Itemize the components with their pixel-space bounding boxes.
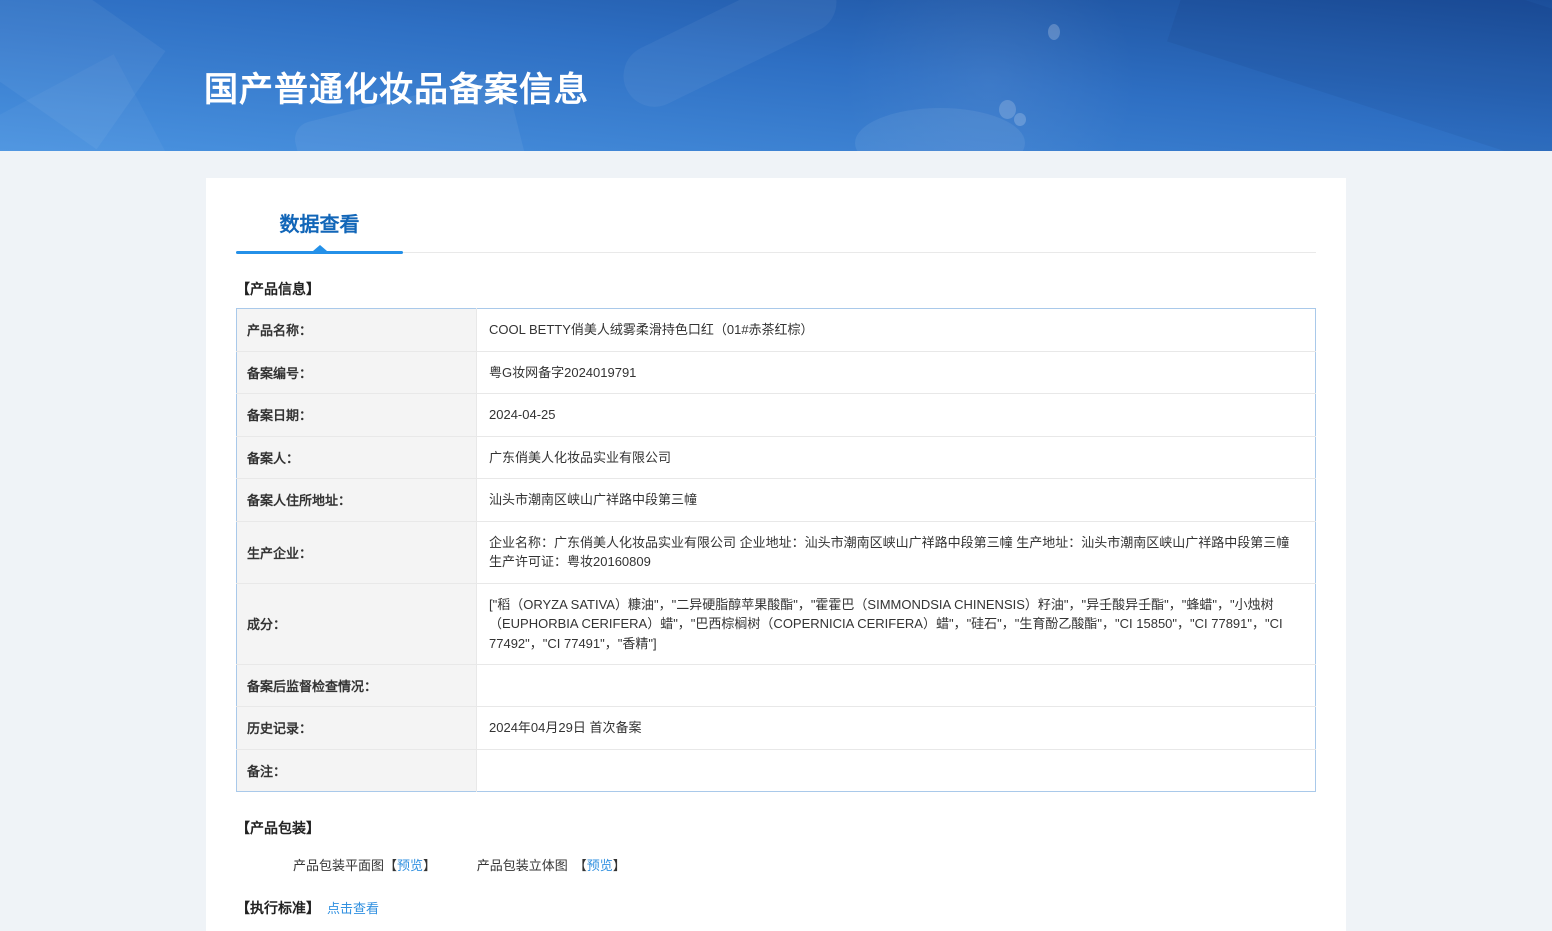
table-row: 备案后监督检查情况： bbox=[237, 665, 1316, 707]
packaging-stereo-preview-link[interactable]: 预览 bbox=[587, 858, 613, 873]
field-value-remarks bbox=[477, 749, 1316, 791]
tab-data-view[interactable]: 数据查看 bbox=[236, 208, 403, 252]
table-row: 备案人住所地址： 汕头市潮南区峡山广祥路中段第三幢 bbox=[237, 479, 1316, 522]
banner-decor-shape bbox=[855, 108, 1025, 151]
field-label-registration-number: 备案编号： bbox=[237, 351, 477, 394]
field-label-manufacturer: 生产企业： bbox=[237, 521, 477, 583]
table-row: 生产企业： 企业名称：广东俏美人化妆品实业有限公司 企业地址：汕头市潮南区峡山广… bbox=[237, 521, 1316, 583]
table-row: 备案人： 广东俏美人化妆品实业有限公司 bbox=[237, 436, 1316, 479]
banner-decor-shape bbox=[830, 0, 1150, 151]
table-row: 产品名称： COOL BETTY俏美人绒雾柔滑持色口红（01#赤茶红棕） bbox=[237, 309, 1316, 352]
table-row: 成分： ["稻（ORYZA SATIVA）糠油"，"二异硬脂醇苹果酸酯"，"霍霍… bbox=[237, 583, 1316, 665]
banner-decor-dot bbox=[999, 100, 1016, 119]
banner-decor-shape bbox=[0, 0, 165, 149]
bracket-close: 】 bbox=[613, 858, 626, 873]
content-card: 数据查看 【产品信息】 产品名称： COOL BETTY俏美人绒雾柔滑持色口红（… bbox=[206, 178, 1346, 931]
table-row: 备案日期： 2024-04-25 bbox=[237, 394, 1316, 437]
packaging-section-title: 【产品包装】 bbox=[236, 818, 1316, 838]
product-info-table: 产品名称： COOL BETTY俏美人绒雾柔滑持色口红（01#赤茶红棕） 备案编… bbox=[236, 308, 1316, 792]
field-value-product-name: COOL BETTY俏美人绒雾柔滑持色口红（01#赤茶红棕） bbox=[477, 309, 1316, 352]
banner-decor-shape bbox=[0, 54, 165, 151]
field-value-registration-date: 2024-04-25 bbox=[477, 394, 1316, 437]
page-banner: 国产普通化妆品备案信息 bbox=[0, 0, 1552, 151]
field-label-registrant-address: 备案人住所地址： bbox=[237, 479, 477, 522]
field-value-registrant-address: 汕头市潮南区峡山广祥路中段第三幢 bbox=[477, 479, 1316, 522]
tab-bar: 数据查看 bbox=[236, 208, 1316, 253]
packaging-flat-group: 产品包装平面图【预览】 bbox=[293, 855, 436, 874]
product-info-table-body: 产品名称： COOL BETTY俏美人绒雾柔滑持色口红（01#赤茶红棕） 备案编… bbox=[237, 309, 1316, 792]
packaging-stereo-group: 产品包装立体图【预览】 bbox=[477, 855, 626, 874]
field-label-history: 历史记录： bbox=[237, 707, 477, 750]
field-value-post-supervision bbox=[477, 665, 1316, 707]
field-value-registrant: 广东俏美人化妆品实业有限公司 bbox=[477, 436, 1316, 479]
packaging-previews: 产品包装平面图【预览】 产品包装立体图【预览】 bbox=[236, 855, 1316, 874]
field-value-registration-number: 粤G妆网备字2024019791 bbox=[477, 351, 1316, 394]
exec-standard-section-title: 【执行标准】 bbox=[236, 900, 320, 916]
table-row: 历史记录： 2024年04月29日 首次备案 bbox=[237, 707, 1316, 750]
exec-standard-row: 【执行标准】点击查看 bbox=[236, 898, 1316, 918]
banner-decor-shape bbox=[1167, 0, 1552, 151]
field-label-registrant: 备案人： bbox=[237, 436, 477, 479]
field-value-ingredients: ["稻（ORYZA SATIVA）糠油"，"二异硬脂醇苹果酸酯"，"霍霍巴（SI… bbox=[477, 583, 1316, 665]
bracket-close: 】 bbox=[423, 858, 436, 873]
bracket-open: 【 bbox=[574, 858, 587, 873]
banner-decor-shape bbox=[613, 0, 847, 117]
field-label-registration-date: 备案日期： bbox=[237, 394, 477, 437]
field-label-product-name: 产品名称： bbox=[237, 309, 477, 352]
packaging-flat-preview-link[interactable]: 预览 bbox=[397, 858, 423, 873]
field-value-manufacturer: 企业名称：广东俏美人化妆品实业有限公司 企业地址：汕头市潮南区峡山广祥路中段第三… bbox=[477, 521, 1316, 583]
packaging-flat-label: 产品包装平面图 bbox=[293, 858, 384, 873]
banner-decor-dot bbox=[1014, 113, 1026, 126]
product-info-section-title: 【产品信息】 bbox=[236, 279, 1316, 299]
field-label-remarks: 备注： bbox=[237, 749, 477, 791]
page-title: 国产普通化妆品备案信息 bbox=[204, 62, 589, 111]
exec-standard-view-link[interactable]: 点击查看 bbox=[327, 901, 379, 916]
field-label-ingredients: 成分： bbox=[237, 583, 477, 665]
table-row: 备注： bbox=[237, 749, 1316, 791]
table-row: 备案编号： 粤G妆网备字2024019791 bbox=[237, 351, 1316, 394]
banner-decor-dot bbox=[1048, 24, 1060, 40]
bracket-open: 【 bbox=[384, 858, 397, 873]
field-value-history: 2024年04月29日 首次备案 bbox=[477, 707, 1316, 750]
packaging-stereo-label: 产品包装立体图 bbox=[477, 858, 568, 873]
field-label-post-supervision: 备案后监督检查情况： bbox=[237, 665, 477, 707]
